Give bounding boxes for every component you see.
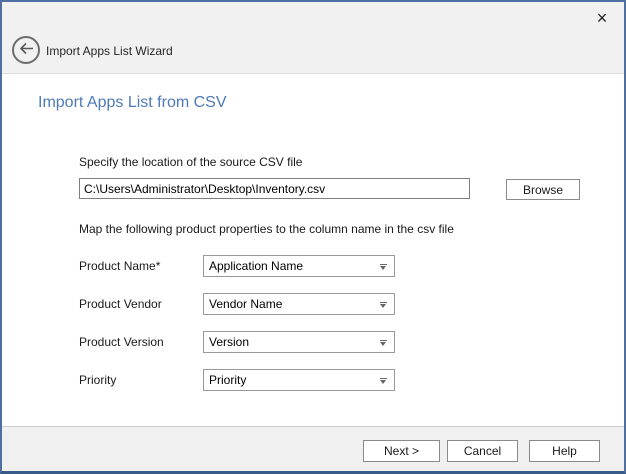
help-button[interactable]: Help <box>529 440 600 462</box>
close-icon[interactable]: × <box>590 6 614 30</box>
next-button[interactable]: Next > <box>363 440 440 462</box>
source-file-label: Specify the location of the source CSV f… <box>79 155 302 169</box>
product-vendor-label: Product Vendor <box>79 297 162 311</box>
product-version-label: Product Version <box>79 335 164 349</box>
product-name-label: Product Name* <box>79 259 160 273</box>
csv-path-input[interactable] <box>79 178 470 199</box>
priority-label: Priority <box>79 373 116 387</box>
chevron-down-icon <box>379 339 388 346</box>
combobox-value: Vendor Name <box>209 297 379 311</box>
wizard-footer: Next > Cancel Help <box>2 426 624 471</box>
product-name-combobox[interactable]: Application Name <box>203 255 395 277</box>
wizard-header: × Import Apps List Wizard <box>2 2 624 74</box>
back-arrow-icon <box>18 42 35 58</box>
wizard-title: Import Apps List Wizard <box>46 44 173 58</box>
combobox-value: Version <box>209 335 379 349</box>
chevron-down-icon <box>379 377 388 384</box>
product-version-combobox[interactable]: Version <box>203 331 395 353</box>
priority-combobox[interactable]: Priority <box>203 369 395 391</box>
product-vendor-combobox[interactable]: Vendor Name <box>203 293 395 315</box>
page-title: Import Apps List from CSV <box>38 94 227 112</box>
back-button[interactable] <box>12 36 40 64</box>
import-apps-wizard-dialog: × Import Apps List Wizard Import Apps Li… <box>0 0 626 474</box>
mapping-instructions-label: Map the following product properties to … <box>79 222 454 236</box>
combobox-value: Application Name <box>209 259 379 273</box>
combobox-value: Priority <box>209 373 379 387</box>
chevron-down-icon <box>379 263 388 270</box>
chevron-down-icon <box>379 301 388 308</box>
browse-button[interactable]: Browse <box>506 179 580 200</box>
cancel-button[interactable]: Cancel <box>447 440 518 462</box>
